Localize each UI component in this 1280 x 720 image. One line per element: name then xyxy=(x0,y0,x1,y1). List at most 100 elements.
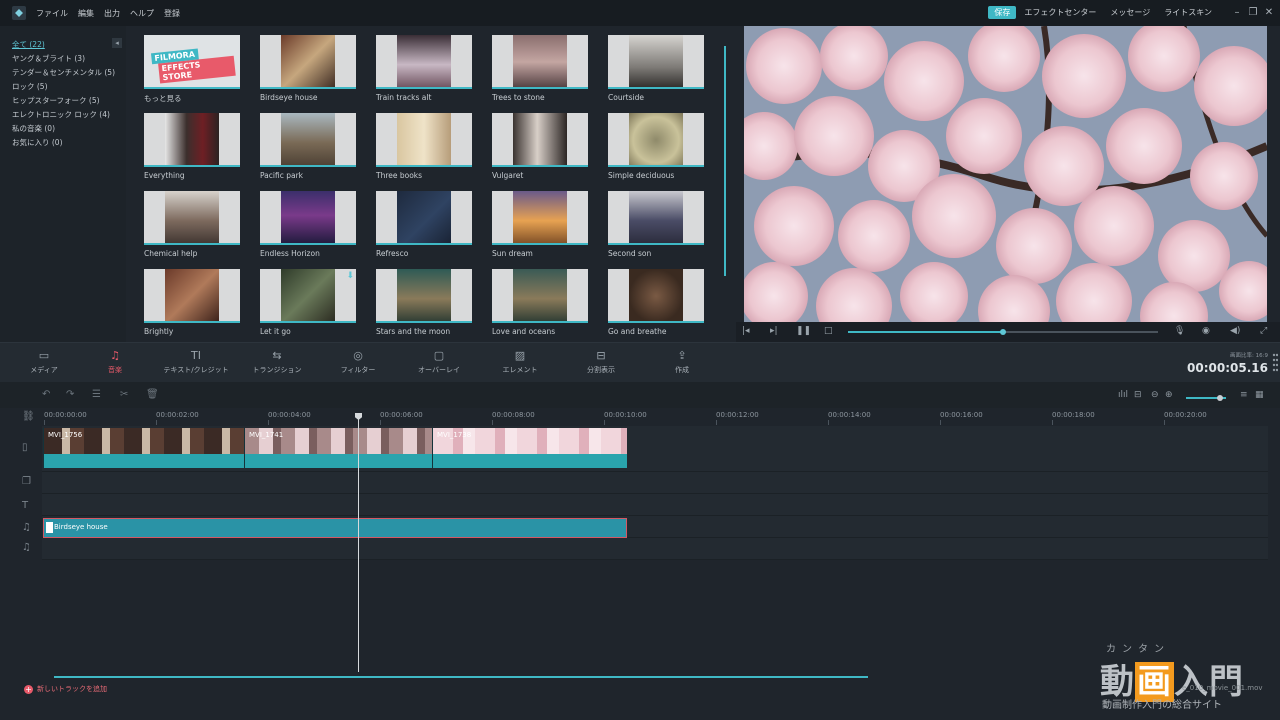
album-art xyxy=(397,113,451,165)
audio-mixer-icon[interactable]: ılıl xyxy=(1118,390,1128,400)
add-track-button[interactable]: + 新しいトラックを追加 xyxy=(24,684,107,694)
plus-icon: + xyxy=(24,684,33,694)
tab-media[interactable]: ▭ メディア xyxy=(4,349,84,375)
progress-handle[interactable] xyxy=(1000,329,1006,335)
tab-export[interactable]: ⇪ 作成 xyxy=(642,349,722,375)
category-my-music[interactable]: 私の音楽 (0) xyxy=(12,122,115,136)
tab-split-screen[interactable]: ⊟ 分割表示 xyxy=(561,349,641,375)
music-tile[interactable]: Second son xyxy=(608,191,704,258)
more-options-icon[interactable] xyxy=(1272,353,1278,373)
music-tile[interactable]: Sun dream xyxy=(492,191,588,258)
more-link[interactable]: もっと見る xyxy=(144,93,240,104)
tab-element[interactable]: ▨ エレメント xyxy=(480,349,560,375)
music-tile[interactable]: Go and breathe xyxy=(608,269,704,336)
playback-progress-bar[interactable] xyxy=(848,329,1158,335)
grid-scrollbar[interactable] xyxy=(724,46,726,276)
menu-help[interactable]: ヘルプ xyxy=(130,8,154,19)
effects-store-thumbnail[interactable]: FILMORA EFFECTS STORE xyxy=(144,35,240,89)
music-tile[interactable]: Three books xyxy=(376,113,472,180)
microphone-icon[interactable]: 🎙 xyxy=(1174,326,1185,336)
music-tile[interactable]: Train tracks alt xyxy=(376,35,472,102)
volume-icon[interactable]: ◀) xyxy=(1230,326,1240,336)
category-all[interactable]: 全て (22) xyxy=(12,38,115,52)
music-tile[interactable]: Vulgaret xyxy=(492,113,588,180)
skip-back-icon[interactable]: |◂ xyxy=(742,326,750,336)
audio-clip[interactable]: Birdseye house xyxy=(43,518,627,538)
clip-name: MVI_1738 xyxy=(437,431,472,439)
effects-store-tile[interactable]: FILMORA EFFECTS STORE もっと見る xyxy=(144,35,240,104)
category-young-bright[interactable]: ヤング＆ブライト (3) xyxy=(12,52,115,66)
tab-overlay[interactable]: ▢ オーバーレイ xyxy=(399,349,479,375)
cut-icon[interactable]: ✂ xyxy=(120,389,128,400)
progress-fill xyxy=(848,331,1003,333)
minimize-icon[interactable]: – xyxy=(1232,7,1242,18)
menu-export[interactable]: 出力 xyxy=(104,8,120,19)
tab-music[interactable]: ♫ 音楽 xyxy=(75,349,155,375)
light-skin-link[interactable]: ライトスキン xyxy=(1164,7,1212,18)
zoom-in-icon[interactable]: ⊕ xyxy=(1165,390,1173,400)
music-tile[interactable]: Simple deciduous xyxy=(608,113,704,180)
close-icon[interactable]: ✕ xyxy=(1264,7,1274,18)
music-tile[interactable]: Endless Horizon xyxy=(260,191,356,258)
tab-transition[interactable]: ⇆ トランジション xyxy=(237,349,317,375)
category-rock[interactable]: ロック (5) xyxy=(12,80,115,94)
top-right-controls: 保存 エフェクトセンター メッセージ ライトスキン – ❐ ✕ xyxy=(988,6,1274,19)
grid-view-icon[interactable]: ▦ xyxy=(1255,390,1264,400)
tab-label: 分割表示 xyxy=(587,366,615,374)
menu-register[interactable]: 登録 xyxy=(164,8,180,19)
timeline-horizontal-scrollbar[interactable] xyxy=(54,676,868,678)
music-tile[interactable]: Birdseye house xyxy=(260,35,356,102)
delete-icon[interactable]: 🗑 xyxy=(146,389,159,400)
music-tile[interactable]: Refresco xyxy=(376,191,472,258)
zoom-slider-handle[interactable] xyxy=(1217,395,1223,401)
video-track[interactable]: MVI_1756 MVI_1741 MVI_1738 xyxy=(42,426,1268,472)
messages-link[interactable]: メッセージ xyxy=(1110,7,1150,18)
music-track-2[interactable] xyxy=(42,538,1268,560)
download-icon[interactable]: ⬇ xyxy=(346,271,354,281)
music-tile[interactable]: ⬇ Let it go xyxy=(260,269,356,336)
category-hipster-folk[interactable]: ヒップスターフォーク (5) xyxy=(12,94,115,108)
redo-icon[interactable]: ↷ xyxy=(66,389,74,400)
music-tile[interactable]: Love and oceans xyxy=(492,269,588,336)
zoom-out-icon[interactable]: ⊖ xyxy=(1151,390,1159,400)
menu-file[interactable]: ファイル xyxy=(36,8,68,19)
video-clip[interactable]: MVI_1738 xyxy=(432,428,627,468)
stop-icon[interactable]: □ xyxy=(824,326,833,336)
link-icon[interactable]: ⛓ xyxy=(22,411,35,422)
music-tile[interactable]: Courtside xyxy=(608,35,704,102)
menu-bar: ファイル 編集 出力 ヘルプ 登録 保存 エフェクトセンター メッセージ ライト… xyxy=(0,0,1280,26)
tab-text-credit[interactable]: TI テキスト/クレジット xyxy=(156,349,236,375)
maximize-icon[interactable]: ❐ xyxy=(1248,7,1258,18)
snapshot-icon[interactable]: ◉ xyxy=(1202,326,1210,336)
music-title: Three books xyxy=(376,171,423,180)
menu-edit[interactable]: 編集 xyxy=(78,8,94,19)
timeline-ruler[interactable]: ⛓ 00:00:00:00 00:00:02:00 00:00:04:00 00… xyxy=(0,408,1280,426)
list-view-icon[interactable]: ≡ xyxy=(1240,390,1248,400)
music-tile[interactable]: Brightly xyxy=(144,269,240,336)
music-tile[interactable]: Everything xyxy=(144,113,240,180)
pause-icon[interactable]: ❚❚ xyxy=(796,326,811,336)
adjust-icon[interactable]: ☰ xyxy=(92,389,101,400)
zoom-slider[interactable] xyxy=(1186,395,1226,401)
music-tile[interactable]: Pacific park xyxy=(260,113,356,180)
music-tile[interactable]: Trees to stone xyxy=(492,35,588,102)
image-icon: ▨ xyxy=(514,349,526,362)
music-tile[interactable]: Stars and the moon xyxy=(376,269,472,336)
video-clip[interactable]: MVI_1741 xyxy=(244,428,432,468)
undo-icon[interactable]: ↶ xyxy=(42,389,50,400)
text-track[interactable] xyxy=(42,494,1268,516)
pip-track[interactable] xyxy=(42,472,1268,494)
category-favorites[interactable]: お気に入り (0) xyxy=(12,136,115,150)
save-button[interactable]: 保存 xyxy=(988,6,1017,19)
video-clip[interactable]: MVI_1756 xyxy=(43,428,244,468)
music-tile[interactable]: Chemical help xyxy=(144,191,240,258)
ruler-tick xyxy=(492,420,493,425)
effects-center-link[interactable]: エフェクトセンター xyxy=(1024,7,1096,18)
tab-filter[interactable]: ◎ フィルター xyxy=(318,349,398,375)
fit-timeline-icon[interactable]: ⊟ xyxy=(1134,390,1142,400)
fullscreen-icon[interactable]: ⤢ xyxy=(1260,326,1267,336)
category-electronic-rock[interactable]: エレクトロニック ロック (4) xyxy=(12,108,115,122)
playhead[interactable] xyxy=(358,416,359,672)
category-tender-sentimental[interactable]: テンダー＆センチメンタル (5) xyxy=(12,66,115,80)
step-frame-icon[interactable]: ▸| xyxy=(770,326,778,336)
